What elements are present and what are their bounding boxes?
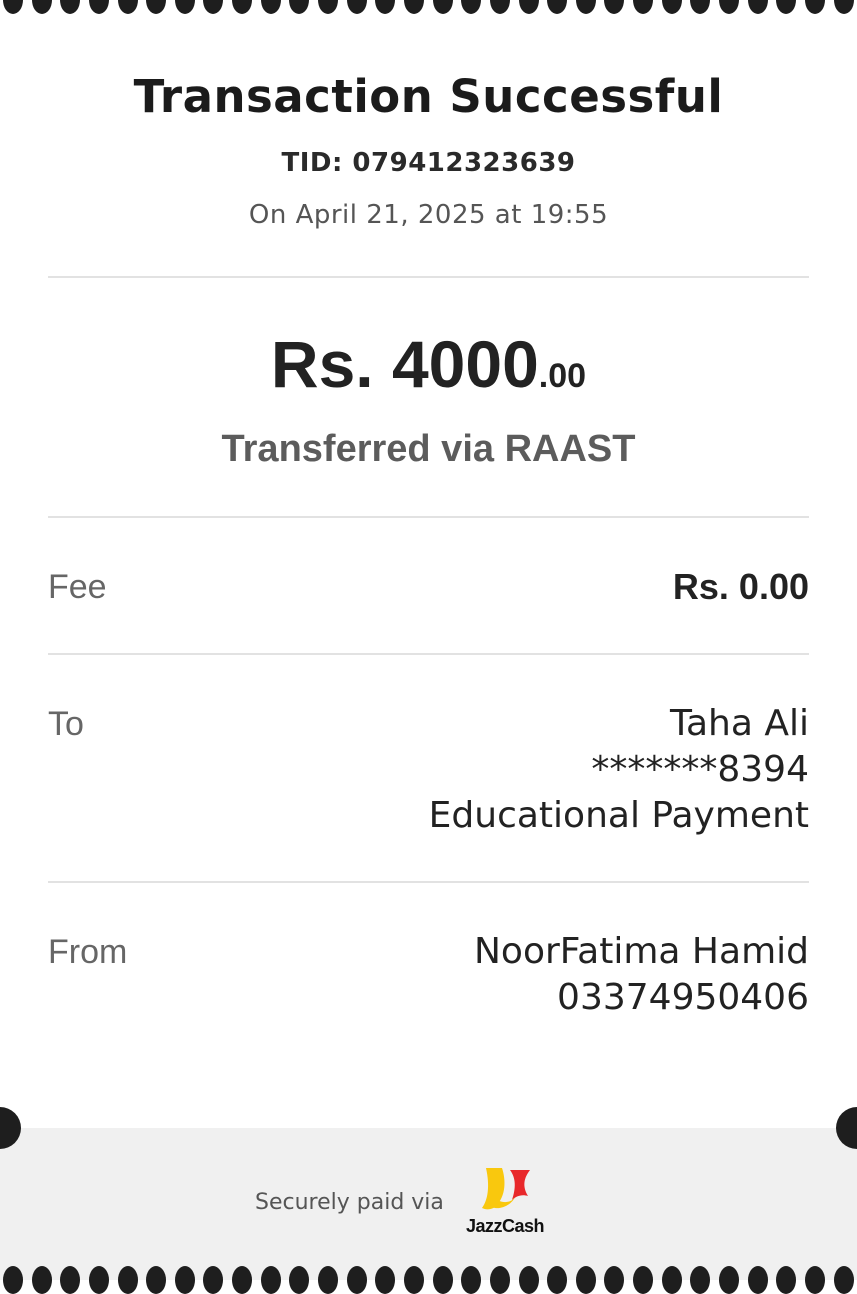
scallop-dot: [289, 0, 310, 14]
jazzcash-logo: JazzCash: [466, 1166, 556, 1240]
transaction-amount: Rs. 4000.00: [0, 326, 857, 402]
secure-payment-text: Securely paid via: [255, 1190, 444, 1215]
scallop-dot: [690, 0, 711, 14]
scallop-dot: [719, 0, 740, 14]
scallop-dot: [203, 1266, 224, 1294]
scallop-dot: [375, 1266, 396, 1294]
divider: [48, 881, 809, 883]
scallop-dot: [747, 0, 768, 14]
scallop-dot: [31, 0, 52, 14]
fee-value: Rs. 0.00: [672, 566, 809, 607]
scallop-dot: [260, 1266, 281, 1294]
scallop-dot: [661, 1266, 682, 1294]
scallop-dot: [346, 0, 367, 14]
scallop-dot: [318, 0, 339, 14]
to-label: To: [48, 705, 84, 743]
scallop-dot: [203, 0, 224, 14]
scallop-dot: [575, 1266, 596, 1294]
transfer-method: Transferred via RAAST: [221, 428, 636, 470]
scallop-dot: [518, 0, 539, 14]
scallop-dot: [633, 1266, 654, 1294]
scallop-dot: [3, 0, 23, 14]
scallop-dot: [60, 1266, 81, 1294]
scallop-dot: [146, 1266, 167, 1294]
transaction-id: TID: 079412323639: [281, 148, 576, 178]
scallop-dot: [776, 0, 797, 14]
scallop-dot: [690, 1266, 711, 1294]
payment-purpose: Educational Payment: [428, 795, 809, 836]
jazzcash-logo-mark: [482, 1168, 530, 1210]
scallop-dot: [518, 1266, 539, 1294]
scallop-dot: [575, 0, 596, 14]
from-label: From: [48, 933, 128, 971]
scallop-dot: [232, 1266, 253, 1294]
scallop-dot: [604, 0, 625, 14]
scallop-dot: [31, 1266, 52, 1294]
scallop-dot: [375, 0, 396, 14]
scallop-dot: [432, 1266, 453, 1294]
scallop-dot: [661, 0, 682, 14]
transaction-datetime: On April 21, 2025 at 19:55: [248, 200, 609, 230]
scallop-dot: [117, 0, 138, 14]
sender-name: NoorFatima Hamid: [474, 931, 809, 972]
scallop-dot: [232, 0, 253, 14]
jazzcash-logo-text: JazzCash: [466, 1216, 545, 1236]
scallop-dot: [346, 1266, 367, 1294]
scallop-dot: [719, 1266, 740, 1294]
fee-label: Fee: [48, 568, 107, 606]
divider: [48, 516, 809, 518]
scallop-dot: [547, 0, 568, 14]
sender-number: 03374950406: [557, 977, 809, 1018]
scallop-dot: [489, 1266, 510, 1294]
scallop-dot: [88, 1266, 109, 1294]
scallop-dot: [174, 1266, 195, 1294]
divider: [48, 653, 809, 655]
receipt-top-edge: [0, 0, 857, 14]
scallop-dot: [461, 0, 482, 14]
recipient-details: Taha Ali *******8394 Educational Payment: [429, 701, 809, 839]
amount-cents: .00: [538, 357, 587, 395]
scallop-dot: [804, 0, 825, 14]
scallop-dot: [403, 1266, 424, 1294]
divider: [48, 276, 809, 278]
scallop-dot: [60, 0, 81, 14]
scallop-dot: [289, 1266, 310, 1294]
scallop-dot: [3, 1266, 23, 1294]
scallop-dot: [318, 1266, 339, 1294]
scallop-dot: [146, 0, 167, 14]
amount-main: Rs. 4000: [270, 327, 539, 401]
scallop-dot: [489, 0, 510, 14]
receipt-bottom-edge: [0, 1266, 857, 1294]
scallop-dot: [432, 0, 453, 14]
scallop-dot: [633, 0, 654, 14]
recipient-account: *******8394: [591, 749, 809, 790]
scallop-dot: [833, 0, 854, 14]
scallop-dot: [117, 1266, 138, 1294]
scallop-dot: [174, 0, 195, 14]
scallop-dot: [833, 1266, 854, 1294]
scallop-dot: [604, 1266, 625, 1294]
scallop-dot: [88, 0, 109, 14]
recipient-name: Taha Ali: [669, 703, 809, 744]
scallop-dot: [547, 1266, 568, 1294]
scallop-dot: [747, 1266, 768, 1294]
page-title: Transaction Successful: [133, 70, 724, 123]
scallop-dot: [403, 0, 424, 14]
scallop-dot: [260, 0, 281, 14]
scallop-dot: [804, 1266, 825, 1294]
sender-details: NoorFatima Hamid 03374950406: [474, 929, 809, 1021]
scallop-dot: [776, 1266, 797, 1294]
scallop-dot: [461, 1266, 482, 1294]
